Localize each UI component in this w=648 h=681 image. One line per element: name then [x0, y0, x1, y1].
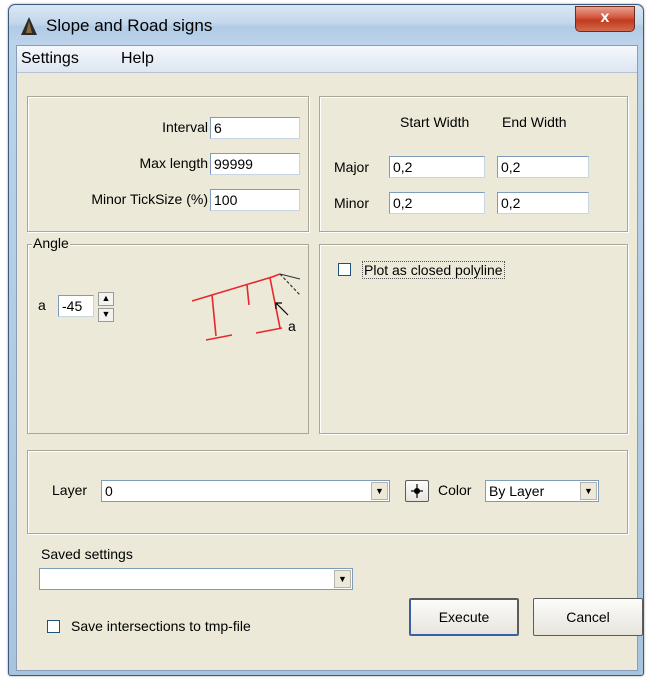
tick-settings-panel: Interval 6 Max length 99999 Minor TickSi…	[27, 96, 309, 232]
start-width-header: Start Width	[400, 114, 470, 130]
color-label: Color	[438, 482, 472, 498]
crosshair-icon	[411, 484, 423, 498]
menu-bar: Settings Help	[17, 46, 637, 73]
interval-label: Interval	[162, 119, 208, 135]
major-start-width-input[interactable]: 0,2	[389, 156, 485, 178]
minor-label: Minor	[334, 195, 370, 211]
end-width-header: End Width	[502, 114, 567, 130]
layer-value: 0	[105, 483, 113, 499]
execute-label: Execute	[438, 609, 490, 625]
minor-ticksize-input[interactable]: 100	[210, 189, 300, 211]
layer-combo[interactable]: 0 ▼	[101, 480, 390, 502]
app-icon	[21, 17, 37, 35]
width-settings-panel: Start Width End Width Major 0,2 0,2 Mino…	[319, 96, 628, 232]
execute-button[interactable]: Execute	[409, 598, 519, 636]
angle-diagram: a	[191, 273, 301, 341]
angle-legend: Angle	[32, 235, 70, 251]
color-value: By Layer	[489, 483, 545, 499]
angle-group: Angle a -45 ▲ ▼ a	[27, 235, 309, 434]
plot-closed-label[interactable]: Plot as closed polyline	[362, 261, 505, 279]
cancel-label: Cancel	[566, 609, 610, 625]
layer-panel: Layer 0 ▼ Color By Layer ▼	[27, 450, 628, 534]
menu-help[interactable]: Help	[121, 50, 154, 68]
spin-up-icon[interactable]: ▲	[98, 292, 114, 306]
dialog-client: Settings Help Interval 6 Max length 9999…	[16, 45, 643, 671]
max-length-label: Max length	[139, 155, 208, 171]
cancel-button[interactable]: Cancel	[533, 598, 643, 636]
chevron-down-icon[interactable]: ▼	[580, 482, 597, 500]
chevron-down-icon[interactable]: ▼	[334, 570, 351, 588]
angle-diagram-label: a	[288, 318, 296, 334]
pick-layer-button[interactable]	[405, 480, 429, 502]
plot-closed-checkbox[interactable]	[338, 263, 351, 276]
interval-input[interactable]: 6	[210, 117, 300, 139]
spin-down-icon[interactable]: ▼	[98, 308, 114, 322]
angle-a-label: a	[38, 297, 46, 313]
minor-start-width-input[interactable]: 0,2	[389, 192, 485, 214]
color-combo[interactable]: By Layer ▼	[485, 480, 599, 502]
major-end-width-input[interactable]: 0,2	[497, 156, 589, 178]
title-bar[interactable]: Slope and Road signs x	[9, 5, 643, 45]
saved-settings-combo[interactable]: ▼	[39, 568, 353, 590]
menu-settings[interactable]: Settings	[21, 50, 79, 68]
close-icon: x	[600, 9, 610, 26]
angle-input[interactable]: -45	[58, 295, 94, 317]
save-intersections-checkbox[interactable]	[47, 620, 60, 633]
layer-label: Layer	[52, 482, 88, 498]
minor-end-width-input[interactable]: 0,2	[497, 192, 589, 214]
polyline-options-panel: Plot as closed polyline	[319, 244, 628, 434]
saved-settings-label: Saved settings	[41, 546, 133, 562]
max-length-input[interactable]: 99999	[210, 153, 300, 175]
chevron-down-icon[interactable]: ▼	[371, 482, 388, 500]
minor-ticksize-label: Minor TickSize (%)	[91, 191, 208, 207]
close-button[interactable]: x	[575, 6, 635, 32]
angle-spinner[interactable]: ▲ ▼	[98, 292, 114, 322]
save-intersections-label[interactable]: Save intersections to tmp-file	[71, 618, 251, 634]
dialog-window: Slope and Road signs x Settings Help Int…	[8, 4, 644, 676]
window-title: Slope and Road signs	[46, 16, 213, 35]
major-label: Major	[334, 159, 370, 175]
